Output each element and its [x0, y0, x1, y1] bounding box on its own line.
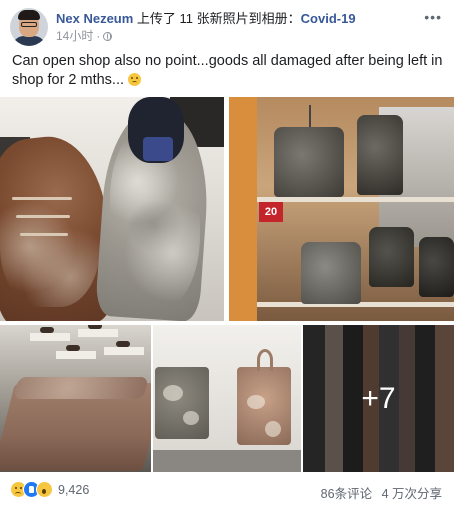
wow-icon: [36, 481, 53, 498]
bag: [274, 127, 344, 197]
more-options-icon[interactable]: •••: [424, 10, 442, 24]
post-header: Nex Nezeum 上传了 11 张新照片到相册：Covid-19: [56, 11, 386, 27]
bag: [369, 227, 414, 287]
avatar-glasses: [21, 22, 37, 27]
post-text: Can open shop also no point...goods all …: [12, 52, 444, 90]
shares-count-link[interactable]: 4 万次分享: [382, 487, 442, 501]
photo-moldy-stool[interactable]: [0, 325, 151, 472]
post-body-text: Can open shop also no point...goods all …: [12, 53, 443, 88]
wallet: [237, 349, 291, 445]
globe-icon: [103, 31, 113, 41]
comments-count-link[interactable]: 86条评论: [321, 487, 372, 501]
bag: [357, 115, 403, 195]
wallet: [155, 367, 209, 439]
author-avatar[interactable]: [10, 8, 48, 46]
author-name-link[interactable]: Nex Nezeum: [56, 11, 133, 26]
more-photos-count[interactable]: +7: [303, 325, 454, 472]
avatar-shirt: [12, 36, 46, 46]
post-action-text: 上传了 11 张新照片到相册：: [133, 11, 301, 26]
post-timestamp-row: 14小时 ·: [56, 29, 113, 43]
reaction-count: 9,426: [58, 482, 90, 497]
sad-face-emoji-icon: [128, 73, 142, 86]
photo-moldy-wallets[interactable]: [153, 325, 301, 472]
bag: [301, 242, 361, 304]
reactions-summary[interactable]: 9,426: [10, 481, 89, 498]
album-link[interactable]: Covid-19: [301, 11, 356, 26]
sale-sign: 20: [259, 202, 283, 222]
post-footer: 9,426 86条评论 4 万次分享: [0, 476, 454, 505]
photo-moldy-belts[interactable]: +7: [303, 325, 454, 472]
bag: [419, 237, 454, 297]
avatar-hair: [18, 10, 40, 20]
photo-moldy-shoes[interactable]: [0, 97, 224, 321]
photo-moldy-bags[interactable]: 20: [229, 97, 454, 321]
post-timestamp[interactable]: 14小时: [56, 29, 93, 43]
facebook-post: Nex Nezeum 上传了 11 张新照片到相册：Covid-19 14小时 …: [0, 0, 454, 505]
post-stats: 86条评论 4 万次分享: [321, 483, 442, 502]
